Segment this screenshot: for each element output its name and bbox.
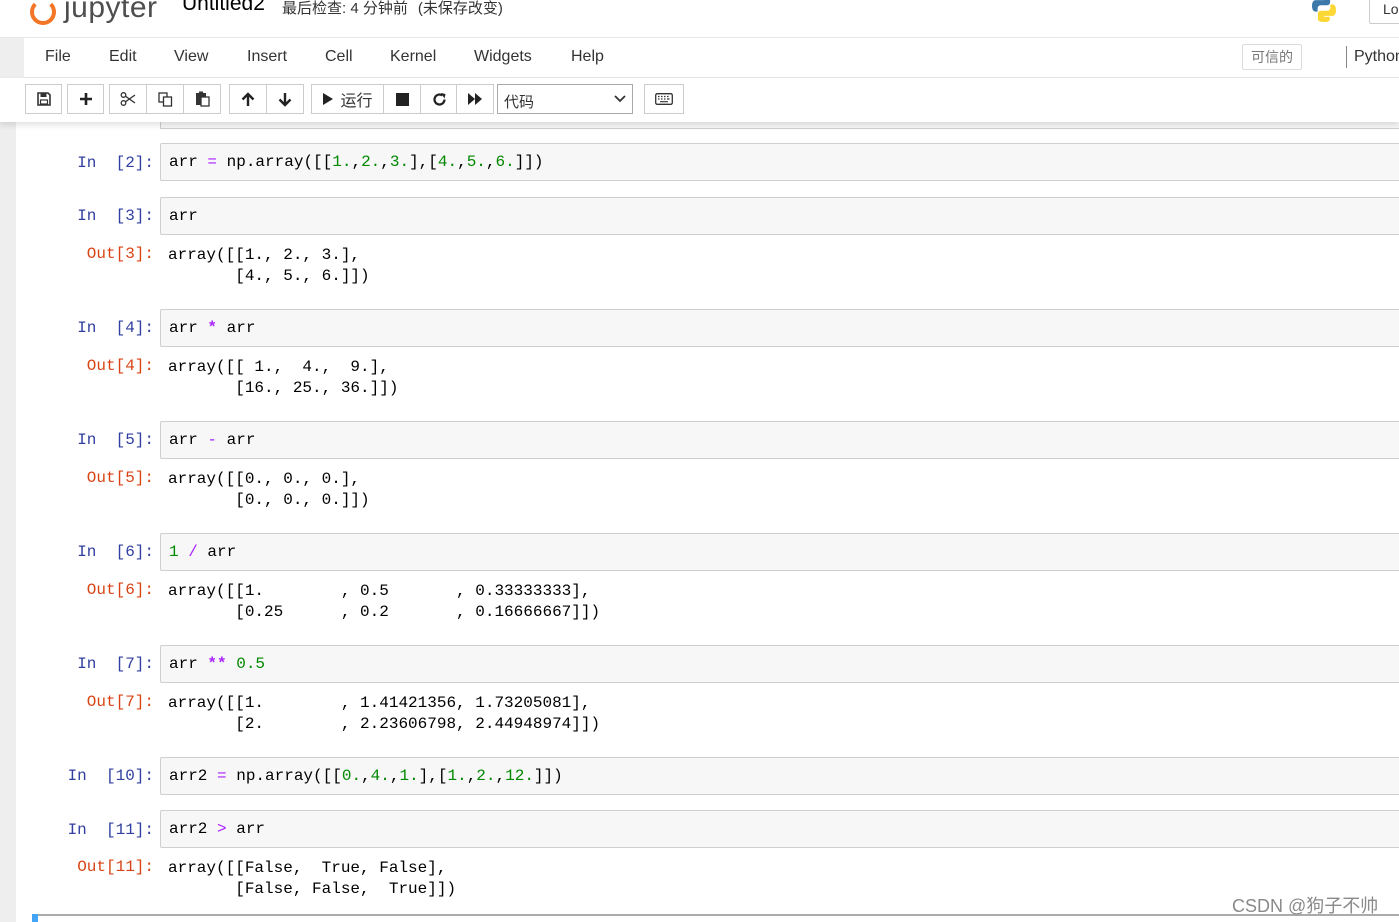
unsaved-indicator: (未保存改变) bbox=[417, 0, 503, 17]
cell-2-input[interactable]: arr = np.array([[1.,2.,3.],[4.,5.,6.]]) bbox=[160, 143, 1399, 181]
cell-11-out-prompt: Out[11]: bbox=[77, 858, 154, 876]
save-icon bbox=[36, 92, 51, 106]
jupyter-logo[interactable]: jupyter bbox=[30, 0, 158, 28]
menu-widgets[interactable]: Widgets bbox=[474, 48, 532, 66]
copy-icon bbox=[157, 91, 172, 107]
cell-4-input[interactable]: arr * arr bbox=[160, 309, 1399, 347]
csdn-watermark: CSDN @狗子不帅 bbox=[1232, 896, 1379, 916]
cell-3-output: array([[1., 2., 3.], [4., 5., 6.]]) bbox=[168, 246, 370, 285]
cell-10-input[interactable]: arr2 = np.array([[0.,4.,1.],[1.,2.,12.]]… bbox=[160, 757, 1399, 795]
command-palette-button[interactable] bbox=[644, 84, 684, 114]
menu-cell[interactable]: Cell bbox=[325, 48, 353, 66]
paste-icon bbox=[195, 91, 210, 107]
arrow-down-icon bbox=[278, 92, 292, 107]
cut-button[interactable] bbox=[109, 84, 147, 114]
logout-button[interactable]: Logout bbox=[1369, 0, 1399, 24]
cell-3-code: arr bbox=[169, 207, 198, 225]
jupyter-logo-icon bbox=[30, 0, 56, 25]
run-button[interactable]: 运行 bbox=[311, 84, 384, 114]
menu-insert[interactable]: Insert bbox=[247, 48, 287, 66]
kernel-name[interactable]: Python 3 bbox=[1354, 48, 1399, 66]
cell-7-input[interactable]: arr ** 0.5 bbox=[160, 645, 1399, 683]
notebook-container: In [2]: arr = np.array([[1.,2.,3.],[4.,5… bbox=[16, 122, 1399, 922]
restart-run-all-button[interactable] bbox=[456, 84, 494, 114]
cell-3-in-prompt: In [3]: bbox=[77, 207, 154, 225]
cell-4-code: arr * arr bbox=[169, 319, 256, 337]
cell-7-output: array([[1. , 1.41421356, 1.73205081], [2… bbox=[168, 694, 601, 733]
restart-button[interactable] bbox=[420, 84, 458, 114]
cell-11-output: array([[False, True, False], [False, Fal… bbox=[168, 859, 457, 898]
cell-6-input[interactable]: 1 / arr bbox=[160, 533, 1399, 571]
cell-7-in-prompt: In [7]: bbox=[77, 655, 154, 673]
cell-type-select[interactable]: 代码 bbox=[497, 84, 633, 114]
cell-5-input[interactable]: arr - arr bbox=[160, 421, 1399, 459]
paste-button[interactable] bbox=[183, 84, 221, 114]
menubar: File Edit View Insert Cell Kernel Widget… bbox=[24, 38, 1399, 78]
fast-forward-icon bbox=[468, 93, 482, 105]
interrupt-button[interactable] bbox=[383, 84, 421, 114]
toolbar: 运行 代码 bbox=[0, 78, 1399, 122]
checkpoint-time: 最后检查: 4 分钟前 bbox=[282, 0, 408, 17]
save-button[interactable] bbox=[25, 84, 62, 114]
menu-kernel[interactable]: Kernel bbox=[390, 48, 436, 66]
cell-5-output: array([[0., 0., 0.], [0., 0., 0.]]) bbox=[168, 470, 370, 509]
cell-4-out-prompt: Out[4]: bbox=[86, 357, 154, 375]
cell-10-code: arr2 = np.array([[0.,4.,1.],[1.,2.,12.]]… bbox=[169, 767, 563, 785]
next-cell-border[interactable] bbox=[38, 914, 1399, 916]
checkpoint-status: 最后检查: 4 分钟前 (未保存改变) bbox=[282, 0, 503, 18]
menu-help[interactable]: Help bbox=[571, 48, 604, 66]
cell-4-in-prompt: In [4]: bbox=[77, 319, 154, 337]
plus-icon bbox=[79, 93, 92, 105]
cell-5-in-prompt: In [5]: bbox=[77, 431, 154, 449]
insert-cell-button[interactable] bbox=[67, 84, 104, 114]
cell-5-code: arr - arr bbox=[169, 431, 256, 449]
cell-6-code: 1 / arr bbox=[169, 543, 237, 561]
cell-2-in-prompt: In [2]: bbox=[77, 154, 154, 172]
copy-button[interactable] bbox=[146, 84, 184, 114]
keyboard-icon bbox=[655, 93, 673, 105]
move-down-button[interactable] bbox=[266, 84, 304, 114]
menu-view[interactable]: View bbox=[174, 48, 208, 66]
cell-2-code: arr = np.array([[1.,2.,3.],[4.,5.,6.]]) bbox=[169, 153, 544, 171]
cell-11-in-prompt: In [11]: bbox=[67, 821, 154, 839]
cell-6-in-prompt: In [6]: bbox=[77, 543, 154, 561]
cell-6-out-prompt: Out[6]: bbox=[86, 581, 154, 599]
previous-cell-input[interactable] bbox=[160, 122, 1399, 129]
cell-4-output: array([[ 1., 4., 9.], [16., 25., 36.]]) bbox=[168, 358, 399, 397]
menu-edit[interactable]: Edit bbox=[109, 48, 137, 66]
arrow-up-icon bbox=[241, 91, 255, 106]
notebook-title[interactable]: Untitled2 bbox=[182, 0, 265, 16]
cell-6-output: array([[1. , 0.5 , 0.33333333], [0.25 , … bbox=[168, 582, 601, 621]
cell-11-input[interactable]: arr2 > arr bbox=[160, 810, 1399, 848]
menu-file[interactable]: File bbox=[45, 48, 71, 66]
cell-10-in-prompt: In [10]: bbox=[67, 767, 154, 785]
cell-7-code: arr ** 0.5 bbox=[169, 655, 266, 673]
cell-3-input[interactable]: arr bbox=[160, 197, 1399, 235]
notebook-header: jupyter Untitled2 最后检查: 4 分钟前 (未保存改变) Log… bbox=[0, 0, 1399, 38]
cell-5-out-prompt: Out[5]: bbox=[86, 469, 154, 487]
scissors-icon bbox=[120, 92, 136, 106]
restart-icon bbox=[432, 92, 446, 106]
kernel-separator bbox=[1346, 46, 1347, 68]
cell-7-out-prompt: Out[7]: bbox=[86, 693, 154, 711]
cell-3-out-prompt: Out[3]: bbox=[86, 245, 154, 263]
trusted-indicator[interactable]: 可信的 bbox=[1242, 44, 1302, 70]
move-up-button[interactable] bbox=[229, 84, 267, 114]
play-icon bbox=[323, 93, 334, 105]
cell-11-code: arr2 > arr bbox=[169, 820, 266, 838]
stop-icon bbox=[395, 92, 409, 106]
chevron-down-icon bbox=[614, 95, 626, 103]
python-logo-icon bbox=[1312, 0, 1336, 22]
left-gutter bbox=[0, 122, 16, 922]
